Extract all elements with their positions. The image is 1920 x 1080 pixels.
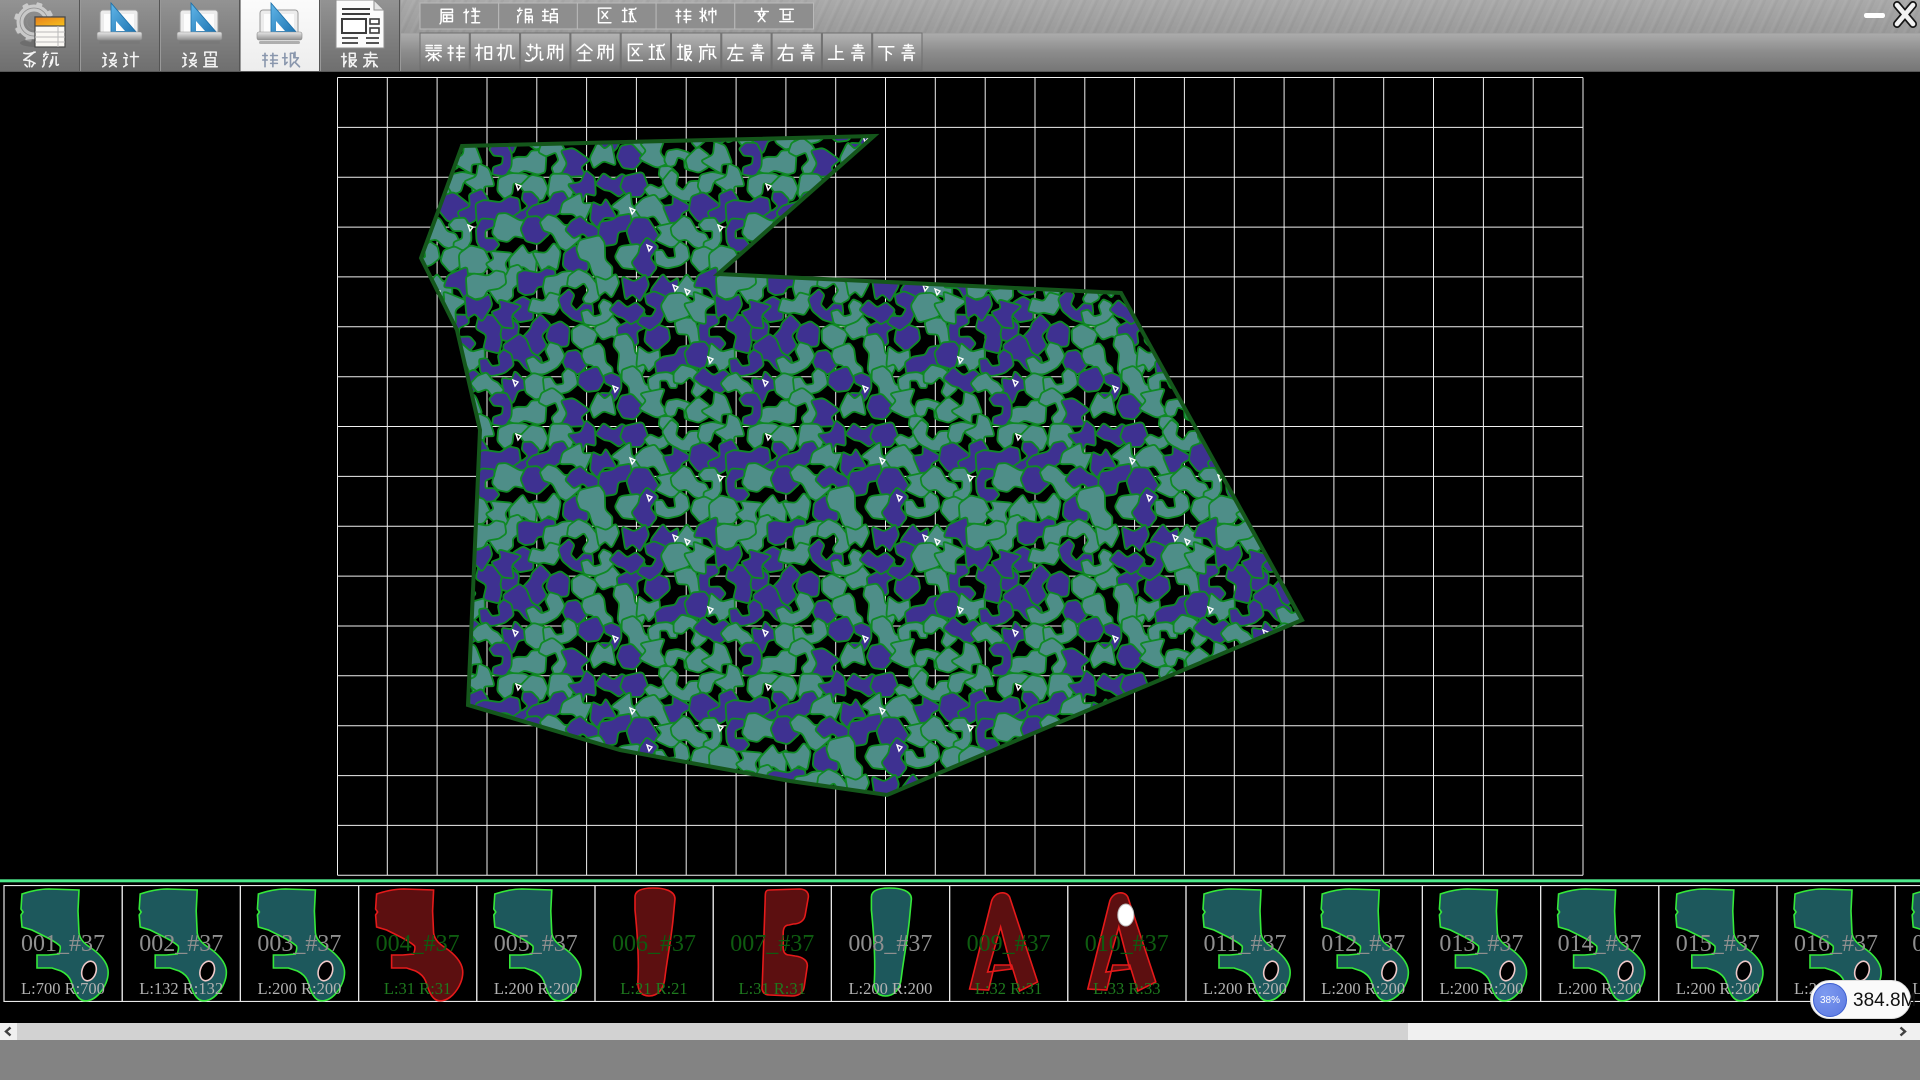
svg-text:L:21 R:21: L:21 R:21 bbox=[620, 979, 687, 998]
svg-text:008_#37: 008_#37 bbox=[848, 931, 932, 957]
svg-text:017_#37: 017_#37 bbox=[1912, 931, 1920, 957]
svg-text:009_#37: 009_#37 bbox=[967, 931, 1051, 957]
svg-text:L:31 R:31: L:31 R:31 bbox=[384, 979, 451, 998]
svg-text:L:200 R:200: L:200 R:200 bbox=[1439, 979, 1523, 998]
svg-text:004_#37: 004_#37 bbox=[376, 931, 460, 957]
svg-text:002_#37: 002_#37 bbox=[139, 931, 223, 957]
svg-text:006_#37: 006_#37 bbox=[612, 931, 696, 957]
svg-text:L:200 R:200: L:200 R:200 bbox=[494, 979, 578, 998]
svg-text:015_#37: 015_#37 bbox=[1676, 931, 1760, 957]
svg-text:L:200 R:200: L:200 R:200 bbox=[1321, 979, 1405, 998]
svg-text:L:200 R:200: L:200 R:200 bbox=[848, 979, 932, 998]
svg-text:L:200 R:200: L:200 R:200 bbox=[257, 979, 341, 998]
svg-text:016_#37: 016_#37 bbox=[1794, 931, 1878, 957]
svg-text:001_#37: 001_#37 bbox=[21, 931, 105, 957]
svg-text:010_#37: 010_#37 bbox=[1085, 931, 1169, 957]
svg-text:011_#37: 011_#37 bbox=[1203, 931, 1286, 957]
svg-text:L:700 R:700: L:700 R:700 bbox=[21, 979, 105, 998]
svg-text:012_#37: 012_#37 bbox=[1321, 931, 1405, 957]
svg-text:005_#37: 005_#37 bbox=[494, 931, 578, 957]
svg-text:L:132 R:132: L:132 R:132 bbox=[139, 979, 223, 998]
svg-text:L:33 R:33: L:33 R:33 bbox=[1093, 979, 1160, 998]
svg-text:014_#37: 014_#37 bbox=[1558, 931, 1642, 957]
svg-text:L:31 R:31: L:31 R:31 bbox=[739, 979, 806, 998]
svg-text:L:200 R:200: L:200 R:200 bbox=[1558, 979, 1642, 998]
svg-text:L:32 R:31: L:32 R:31 bbox=[975, 979, 1042, 998]
svg-text:007_#37: 007_#37 bbox=[730, 931, 814, 957]
svg-text:L:200 R:200: L:200 R:200 bbox=[1676, 979, 1760, 998]
svg-text:013_#37: 013_#37 bbox=[1439, 931, 1523, 957]
svg-text:003_#37: 003_#37 bbox=[257, 931, 341, 957]
svg-text:L:200 R:200: L:200 R:200 bbox=[1203, 979, 1287, 998]
